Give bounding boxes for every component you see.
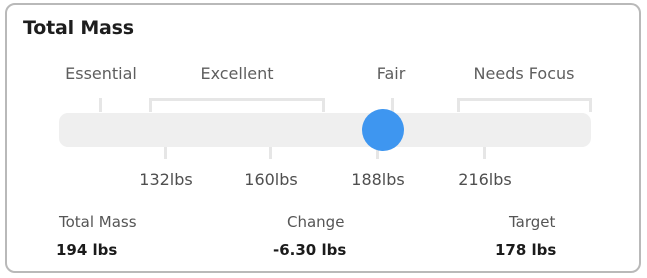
weight-label-188: 188lbs	[351, 170, 405, 189]
mass-scale-track[interactable]	[59, 113, 591, 147]
total-mass-stat-label: Total Mass	[59, 213, 137, 231]
essential-marker	[99, 98, 102, 112]
tick-132	[164, 147, 167, 159]
category-needs-focus-label: Needs Focus	[473, 64, 575, 83]
excellent-range-bracket	[149, 98, 325, 112]
change-stat-value: -6.30 lbs	[273, 241, 347, 259]
total-mass-card: Total Mass Essential Excellent Fair Need…	[5, 3, 641, 273]
current-mass-knob[interactable]	[362, 109, 404, 151]
card-title: Total Mass	[23, 17, 134, 39]
category-essential-label: Essential	[65, 64, 137, 83]
weight-label-216: 216lbs	[458, 170, 512, 189]
change-stat-label: Change	[287, 213, 345, 231]
weight-label-160: 160lbs	[244, 170, 298, 189]
target-stat-label: Target	[509, 213, 556, 231]
target-stat-value: 178 lbs	[495, 241, 557, 259]
tick-160	[269, 147, 272, 159]
needs-focus-range-bracket	[457, 98, 592, 112]
category-fair-label: Fair	[376, 64, 406, 83]
tick-216	[483, 147, 486, 159]
total-mass-stat-value: 194 lbs	[56, 241, 118, 259]
weight-label-132: 132lbs	[139, 170, 193, 189]
category-excellent-label: Excellent	[200, 64, 274, 83]
